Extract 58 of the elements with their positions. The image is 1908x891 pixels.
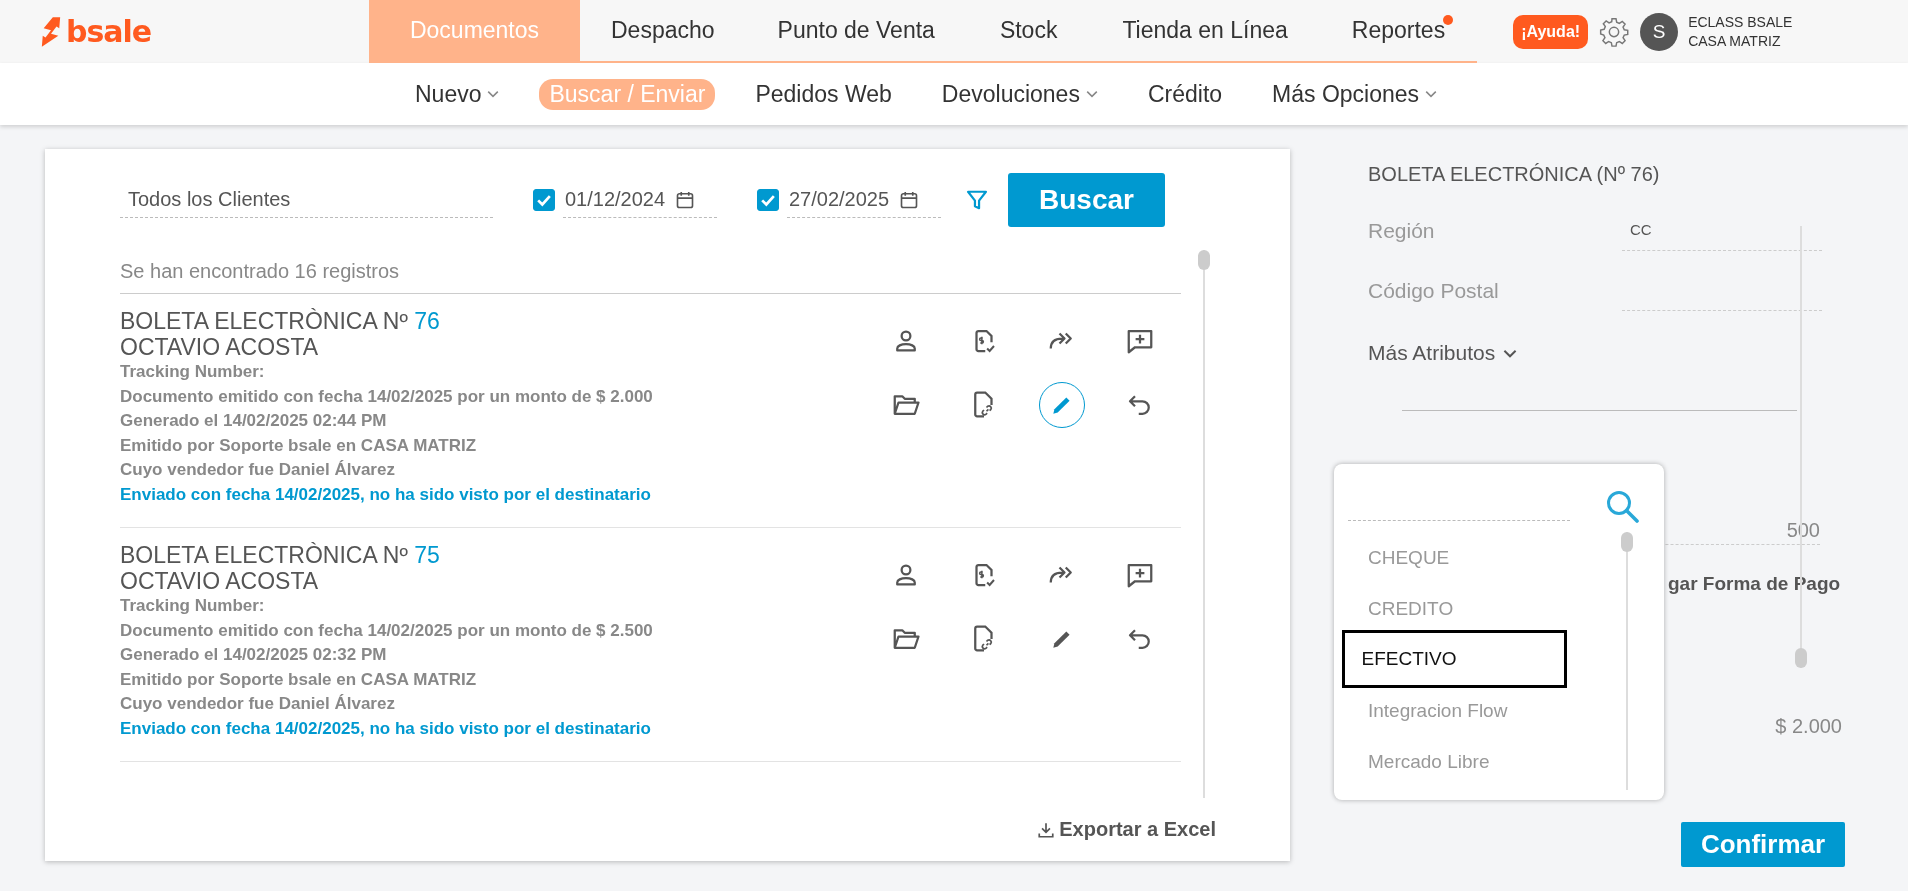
document-detail: Cuyo vendedor fue Daniel Álvarez bbox=[120, 693, 396, 715]
dropdown-option[interactable]: EFECTIVO bbox=[1342, 630, 1567, 688]
field-label: Región bbox=[1368, 219, 1436, 244]
document-detail: Generado el 14/02/2025 02:44 PM bbox=[120, 410, 388, 432]
document-detail: Tracking Number: bbox=[120, 595, 266, 617]
document-detail: Documento emitido con fecha 14/02/2025 por un monto de $ 2.000 bbox=[120, 385, 653, 408]
checkbox[interactable] bbox=[533, 189, 555, 211]
download-icon[interactable] bbox=[1037, 820, 1056, 839]
filter-icon[interactable] bbox=[966, 189, 988, 211]
branch-name: CASA MATRIZ bbox=[1688, 31, 1782, 51]
nav-tab[interactable]: Stock bbox=[966, 0, 1091, 61]
chevron-down-icon[interactable] bbox=[1425, 90, 1438, 98]
logo-text: bsale bbox=[66, 14, 152, 49]
nav-tab[interactable]: Tienda en Línea bbox=[1090, 0, 1320, 61]
date-field[interactable]: 01/12/2024 bbox=[563, 182, 717, 218]
more-attributes-link[interactable]: Más Atributos bbox=[1368, 341, 1850, 365]
date-field[interactable]: 27/02/2025 bbox=[787, 182, 941, 218]
customer-name: OCTAVIO ACOSTA bbox=[120, 568, 320, 594]
nav-tab[interactable]: Reportes bbox=[1319, 0, 1478, 61]
field-label: Código Postal bbox=[1368, 279, 1500, 304]
detail-title: BOLETA ELECTRÓNICA (Nº 76) bbox=[1368, 163, 1661, 187]
subnav-item[interactable]: Crédito bbox=[1137, 78, 1233, 110]
document-title[interactable]: BOLETA ELECTRÒNICA Nº 76 bbox=[120, 308, 653, 334]
checkbox[interactable] bbox=[757, 189, 779, 211]
user-avatar[interactable]: S bbox=[1640, 12, 1679, 51]
chevron-down-icon[interactable] bbox=[1085, 90, 1098, 98]
search-icon[interactable] bbox=[1604, 488, 1640, 524]
settings-icon[interactable] bbox=[1598, 15, 1631, 48]
add-payment-link[interactable]: gar Forma de Pago bbox=[1668, 573, 1841, 595]
result-count: Se han encontrado 16 registros bbox=[120, 250, 1181, 294]
subnav-item[interactable]: Más Opciones bbox=[1262, 78, 1448, 110]
scrollbar[interactable] bbox=[1198, 250, 1210, 798]
export-link[interactable]: Exportar a Excel bbox=[1037, 818, 1216, 841]
total-amount: $ 2.000 bbox=[1775, 715, 1842, 738]
chevron-down-icon[interactable] bbox=[487, 90, 500, 98]
sent-status: Enviado con fecha 14/02/2025, no ha sido visto por el destinatario bbox=[120, 483, 652, 506]
input-field[interactable]: CC bbox=[1622, 221, 1822, 251]
document-detail: Generado el 14/02/2025 02:32 PM bbox=[120, 644, 388, 666]
customer-name: OCTAVIO ACOSTA bbox=[120, 334, 320, 360]
document-detail: Tracking Number: bbox=[120, 361, 266, 383]
client-field[interactable]: Todos los Clientes bbox=[120, 182, 493, 218]
scrollbar[interactable] bbox=[1621, 532, 1633, 790]
user-name: ECLASS BSALE bbox=[1688, 12, 1793, 32]
document-title[interactable]: BOLETA ELECTRÒNICA Nº 75 bbox=[120, 542, 653, 568]
sent-status: Enviado con fecha 14/02/2025, no ha sido visto por el destinatario bbox=[120, 717, 652, 740]
subnav-item[interactable]: Pedidos Web bbox=[745, 78, 902, 110]
logo-icon bbox=[40, 14, 62, 49]
subnav-item[interactable]: Nuevo bbox=[405, 78, 510, 110]
subnav-item[interactable]: Devoluciones bbox=[931, 78, 1108, 110]
calendar-icon[interactable] bbox=[675, 189, 696, 210]
chevron-down-icon[interactable] bbox=[1503, 348, 1518, 358]
nav-tab[interactable]: Punto de Venta bbox=[745, 0, 967, 61]
calendar-icon[interactable] bbox=[899, 189, 920, 210]
document-detail: Documento emitido con fecha 14/02/2025 por un monto de $ 2.500 bbox=[120, 619, 653, 642]
document-detail: Cuyo vendedor fue Daniel Álvarez bbox=[120, 459, 396, 481]
document-detail: Emitido por Soporte bsale en CASA MATRIZ bbox=[120, 668, 478, 691]
document-detail: Emitido por Soporte bsale en CASA MATRIZ bbox=[120, 434, 478, 457]
nav-tab[interactable]: Despacho bbox=[580, 0, 746, 61]
